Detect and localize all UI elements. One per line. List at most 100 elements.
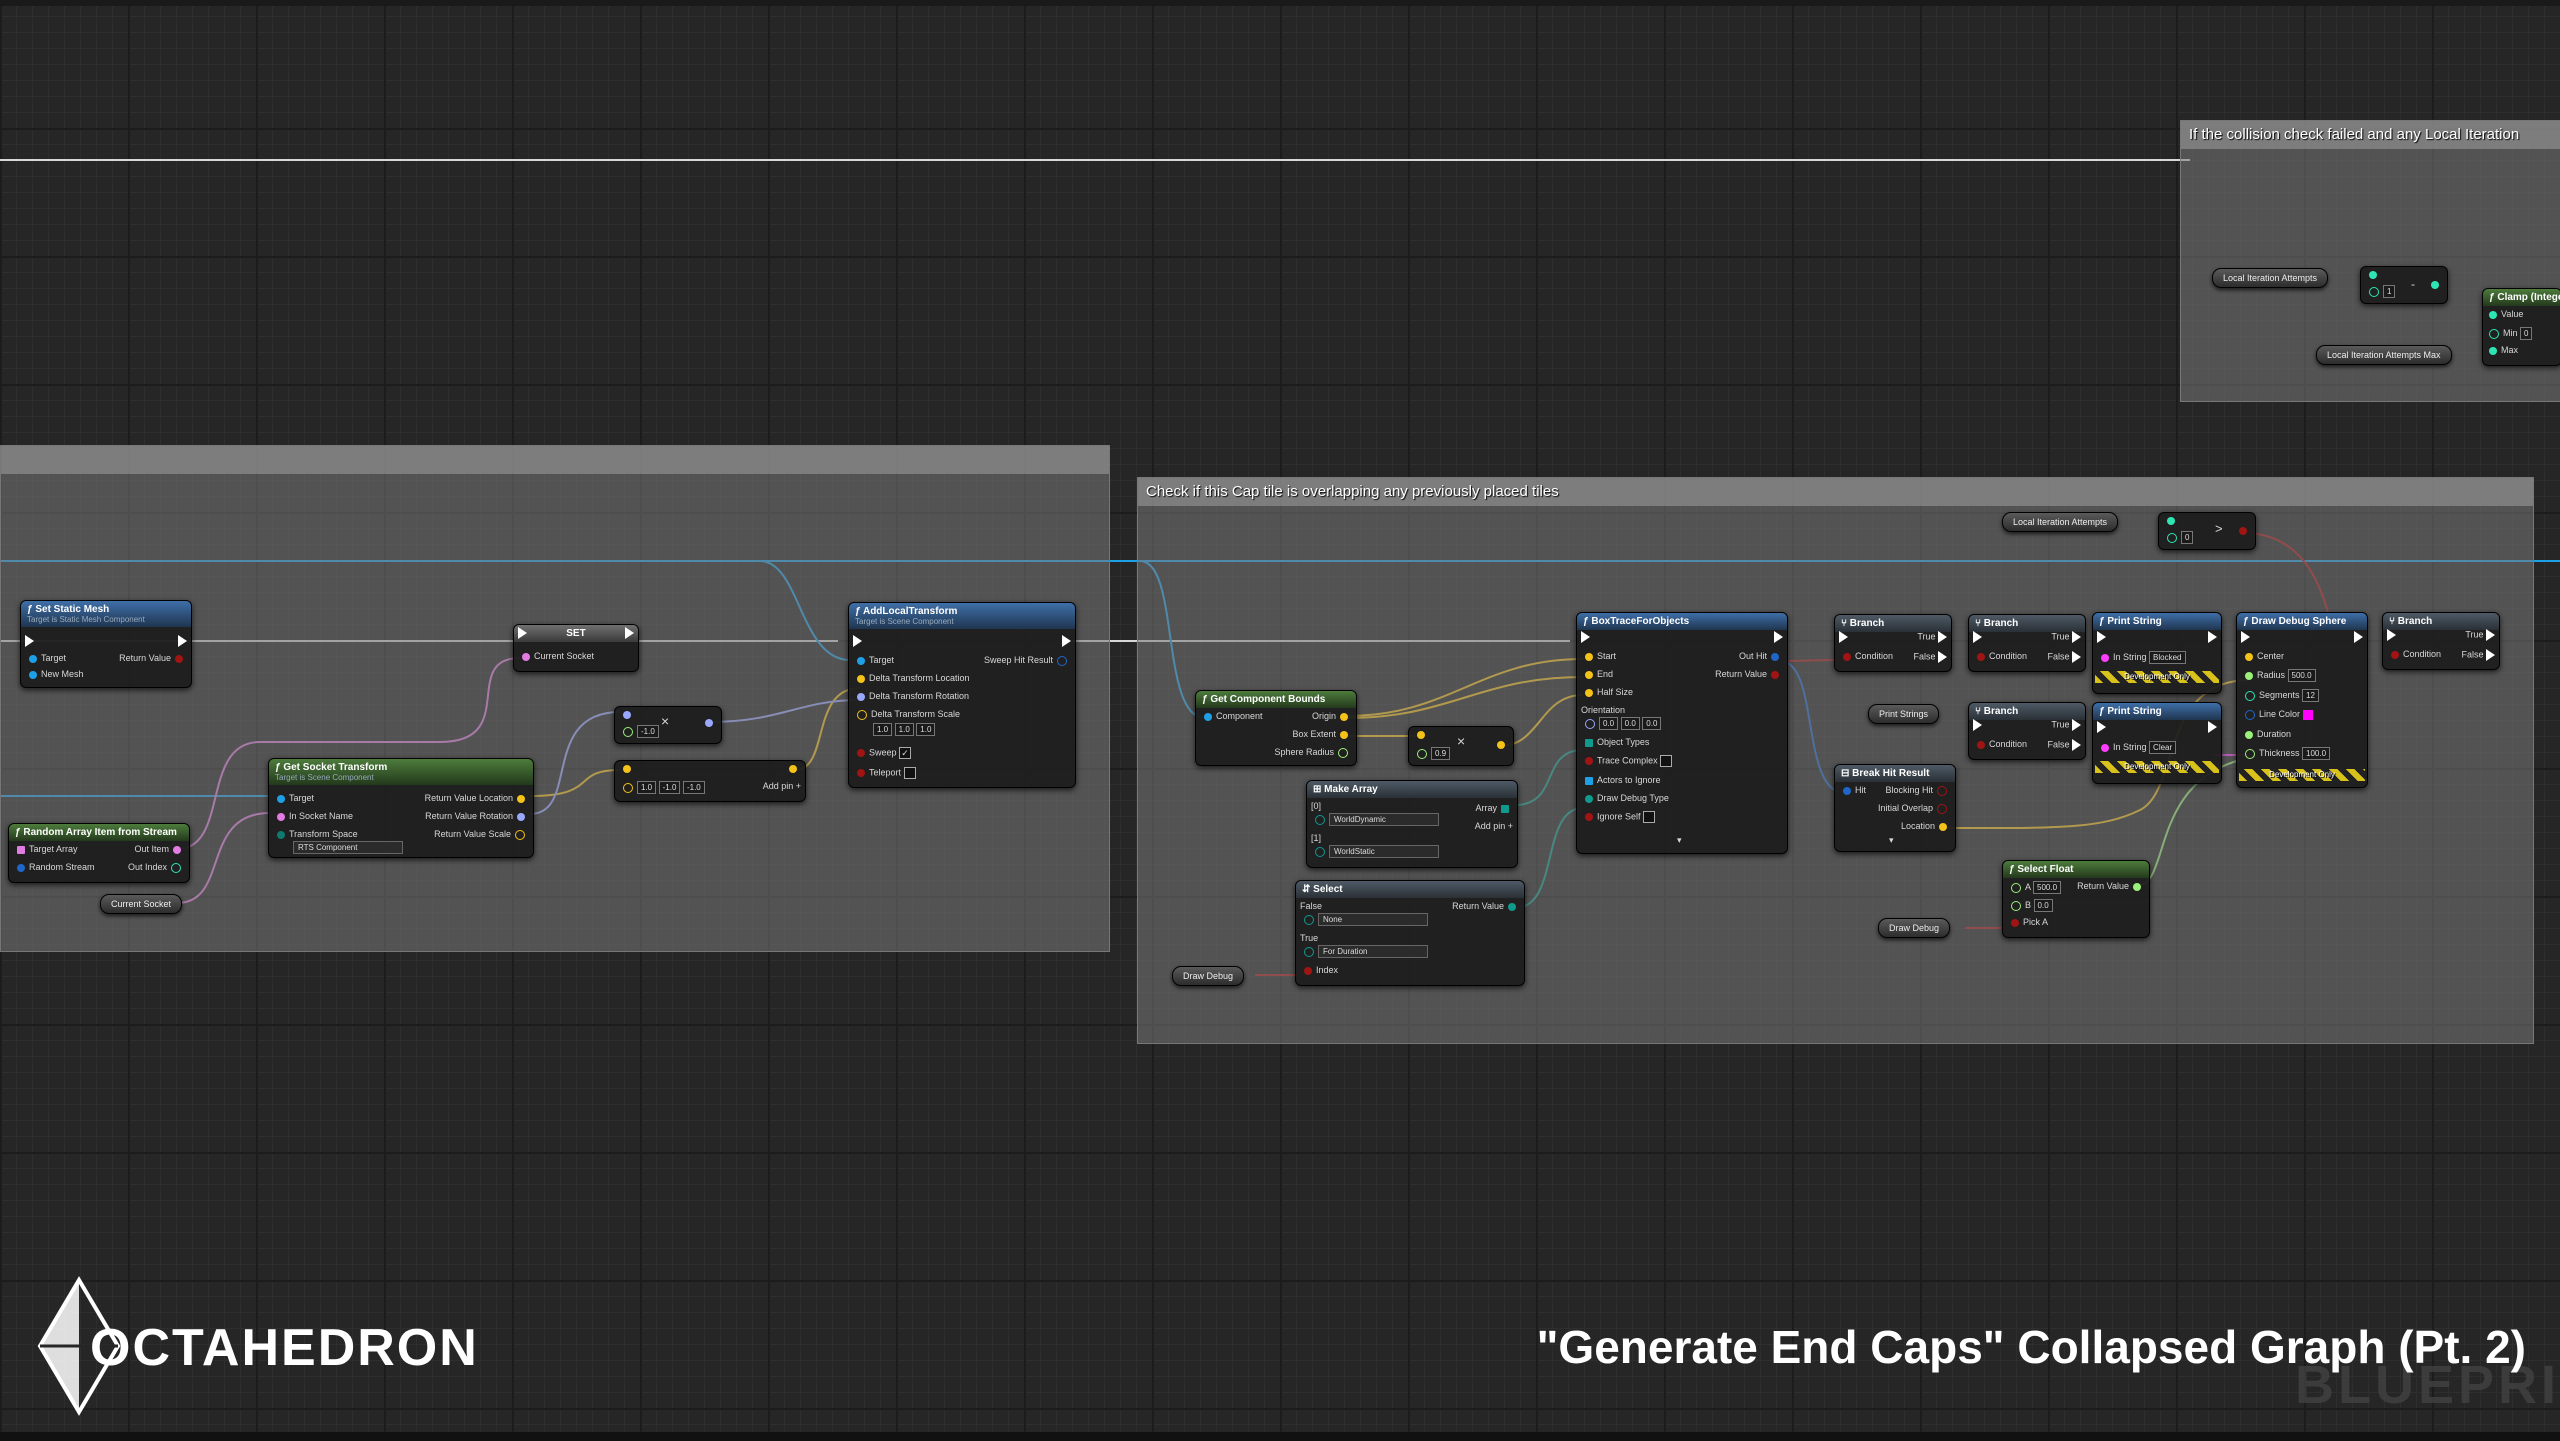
pin-pick-a[interactable]: Pick A bbox=[2007, 917, 2048, 927]
pin-b[interactable]: 0 bbox=[2163, 531, 2194, 544]
pin-in-string[interactable]: In String Blocked bbox=[2097, 651, 2186, 664]
node-print-string-blocked[interactable]: ƒ Print String In String Blocked Develop… bbox=[2092, 612, 2222, 694]
pin-initial-overlap[interactable]: Initial Overlap bbox=[1878, 803, 1951, 814]
node-make-vector[interactable]: 1.0 -1.0 -1.0 Add pin + bbox=[614, 760, 806, 802]
exec-in-pin[interactable] bbox=[1973, 631, 1982, 643]
pin-start[interactable]: Start bbox=[1581, 651, 1616, 661]
pin-box-extent[interactable]: Box Extent bbox=[1292, 729, 1352, 739]
pin-return[interactable]: Return Value bbox=[1452, 901, 1520, 911]
node-set-current-socket[interactable]: SET Current Socket bbox=[513, 624, 639, 672]
var-local-iteration-attempts-max[interactable]: Local Iteration Attempts Max bbox=[2316, 345, 2452, 365]
pin-b[interactable]: 1 bbox=[2365, 285, 2396, 298]
pin-random-stream[interactable]: Random Stream bbox=[13, 862, 95, 872]
pin-condition[interactable]: Condition bbox=[2387, 649, 2441, 659]
exec-in-pin[interactable] bbox=[2241, 631, 2250, 643]
var-current-socket[interactable]: Current Socket bbox=[100, 894, 183, 914]
pin-delta-rotation[interactable]: Delta Transform Rotation bbox=[853, 691, 969, 701]
exec-in-pin[interactable] bbox=[2387, 629, 2396, 641]
pin-return[interactable]: Return Value bbox=[2077, 881, 2145, 891]
pin-draw-debug-type[interactable]: Draw Debug Type bbox=[1581, 793, 1669, 803]
node-branch-4[interactable]: ⑂ Branch True Condition False bbox=[2382, 612, 2500, 670]
node-get-component-bounds[interactable]: ƒ Get Component Bounds Component Origin … bbox=[1195, 690, 1357, 766]
node-branch-1[interactable]: ⑂ Branch True Condition False bbox=[1834, 614, 1952, 672]
pin-max[interactable]: Max bbox=[2485, 345, 2518, 355]
pin-actors-to-ignore[interactable]: Actors to Ignore bbox=[1581, 775, 1661, 785]
pin-transform-space[interactable]: Transform Space bbox=[273, 829, 358, 839]
pin-out-hit[interactable]: Out Hit bbox=[1739, 651, 1783, 661]
pin-true[interactable]: True bbox=[2465, 629, 2495, 641]
pin-out[interactable] bbox=[2235, 525, 2251, 535]
exec-out-pin[interactable] bbox=[1062, 635, 1071, 647]
exec-in-pin[interactable] bbox=[2097, 721, 2106, 733]
pin-sweep[interactable]: Sweep ✓ bbox=[853, 747, 912, 759]
pin-condition[interactable]: Condition bbox=[1973, 739, 2027, 749]
var-local-iteration-attempts-1[interactable]: Local Iteration Attempts bbox=[2212, 268, 2329, 288]
node-subtract-int[interactable]: 1 - bbox=[2360, 266, 2448, 304]
exec-out-pin[interactable] bbox=[1774, 631, 1783, 643]
pin-delta-scale[interactable]: Delta Transform Scale bbox=[853, 709, 960, 720]
pin-ignore-self[interactable]: Ignore Self bbox=[1581, 811, 1656, 823]
pin-out[interactable] bbox=[701, 717, 717, 727]
pin-sweep-hit[interactable]: Sweep Hit Result bbox=[984, 655, 1071, 666]
node-box-trace-for-objects[interactable]: ƒ BoxTraceForObjects Start Out Hit End R… bbox=[1576, 612, 1788, 854]
scale-fields[interactable]: 1.0 1.0 1.0 bbox=[873, 723, 936, 736]
node-clamp-integer[interactable]: ƒ Clamp (Integer) Value Min 0 Max bbox=[2482, 288, 2560, 366]
pin-center[interactable]: Center bbox=[2241, 651, 2284, 661]
array-item-1-dropdown[interactable]: WorldStatic bbox=[1311, 845, 1439, 858]
pin-out[interactable] bbox=[1493, 739, 1509, 749]
exec-out-pin[interactable] bbox=[178, 635, 187, 647]
exec-out-pin[interactable] bbox=[2354, 631, 2363, 643]
pin-target-array[interactable]: Target Array bbox=[13, 844, 78, 854]
pin-origin[interactable]: Origin bbox=[1312, 711, 1352, 721]
node-make-array[interactable]: ⊞ Make Array [0] WorldDynamic Array Add … bbox=[1306, 780, 1518, 868]
node-select-float[interactable]: ƒ Select Float A 500.0 Return Value B 0.… bbox=[2002, 860, 2150, 938]
transform-space-dropdown[interactable]: RTS Component bbox=[293, 841, 403, 854]
pin-component[interactable]: Component bbox=[1200, 711, 1263, 721]
add-pin-button[interactable]: Add pin + bbox=[763, 781, 801, 791]
pin-true[interactable]: True bbox=[1917, 631, 1947, 643]
node-greater-than[interactable]: 0 > bbox=[2158, 512, 2256, 550]
pin-teleport[interactable]: Teleport bbox=[853, 767, 916, 779]
line-color-swatch[interactable] bbox=[2302, 709, 2313, 720]
pin-b[interactable]: 0.9 bbox=[1413, 747, 1451, 760]
var-draw-debug-1[interactable]: Draw Debug bbox=[1172, 966, 1245, 986]
pin-in-socket-name[interactable]: In Socket Name bbox=[273, 811, 353, 821]
select-true-dropdown[interactable]: For Duration bbox=[1300, 945, 1428, 958]
node-break-hit-result[interactable]: ⊟ Break Hit Result Hit Blocking Hit Init… bbox=[1834, 764, 1956, 852]
node-random-array-item[interactable]: ƒ Random Array Item from Stream Target A… bbox=[8, 823, 190, 883]
node-branch-3[interactable]: ⑂ Branch True Condition False bbox=[1968, 702, 2086, 760]
node-branch-2[interactable]: ⑂ Branch True Condition False bbox=[1968, 614, 2086, 672]
var-draw-debug-2[interactable]: Draw Debug bbox=[1878, 918, 1951, 938]
pin-return[interactable]: Return Value bbox=[1715, 669, 1783, 679]
pin-sphere-radius[interactable]: Sphere Radius bbox=[1274, 747, 1352, 758]
pin-out[interactable] bbox=[785, 763, 801, 773]
pin-b[interactable]: B 0.0 bbox=[2007, 899, 2053, 912]
node-draw-debug-sphere[interactable]: ƒ Draw Debug Sphere Center Radius 500.0 … bbox=[2236, 612, 2368, 788]
node-print-string-clear[interactable]: ƒ Print String In String Clear Developme… bbox=[2092, 702, 2222, 784]
pin-new-mesh[interactable]: New Mesh bbox=[25, 669, 84, 679]
pin-condition[interactable]: Condition bbox=[1839, 651, 1893, 661]
pin-in-string[interactable]: In String Clear bbox=[2097, 741, 2177, 754]
pin-blocking-hit[interactable]: Blocking Hit bbox=[1885, 785, 1951, 796]
var-local-iteration-attempts-2[interactable]: Local Iteration Attempts bbox=[2002, 512, 2119, 532]
exec-out-pin[interactable] bbox=[625, 627, 634, 639]
pin-b[interactable]: 1.0 -1.0 -1.0 bbox=[619, 781, 705, 794]
node-multiply-float[interactable]: × -1.0 bbox=[614, 706, 722, 744]
pin-a[interactable] bbox=[1413, 729, 1429, 739]
pin-false[interactable]: False bbox=[2461, 649, 2495, 661]
pin-a[interactable]: A 500.0 bbox=[2007, 881, 2062, 894]
pin-target[interactable]: Target bbox=[273, 793, 314, 803]
pin-min[interactable]: Min 0 bbox=[2485, 327, 2533, 340]
pin-line-color[interactable]: Line Color bbox=[2241, 709, 2313, 720]
node-multiply-vector[interactable]: × 0.9 bbox=[1408, 726, 1514, 766]
exec-in-pin[interactable] bbox=[1973, 719, 1982, 731]
pin-true[interactable]: True bbox=[2051, 631, 2081, 643]
pin-false[interactable]: False bbox=[1913, 651, 1947, 663]
pin-false[interactable]: False bbox=[2047, 739, 2081, 751]
pin-return-scale[interactable]: Return Value Scale bbox=[434, 829, 529, 840]
exec-out-pin[interactable] bbox=[2208, 721, 2217, 733]
exec-out-pin[interactable] bbox=[2208, 631, 2217, 643]
node-add-local-transform[interactable]: ƒ AddLocalTransform Target is Scene Compo… bbox=[848, 602, 1076, 788]
pin-target[interactable]: Target bbox=[853, 655, 894, 665]
pin-end[interactable]: End bbox=[1581, 669, 1613, 679]
